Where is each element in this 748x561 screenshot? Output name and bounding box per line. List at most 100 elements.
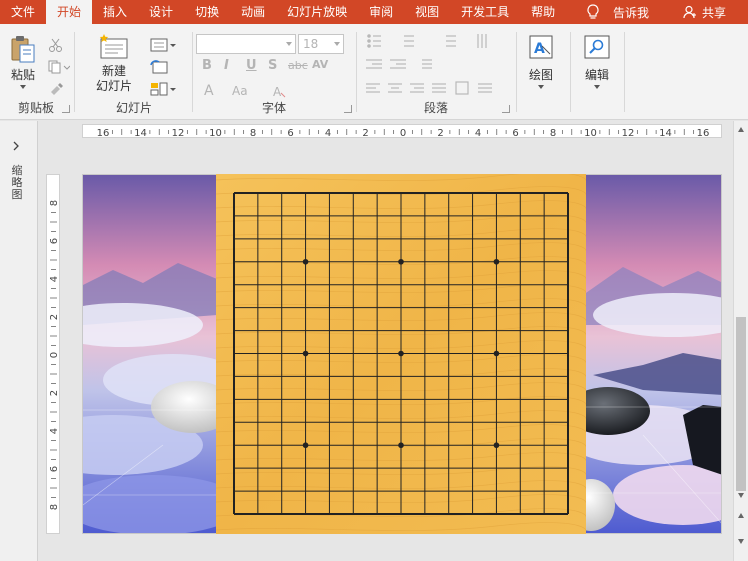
scroll-down-icon[interactable] [738, 493, 744, 498]
drawing-button[interactable]: A 绘图 [526, 34, 556, 89]
thumbnail-pane-label: 缩略图 [11, 164, 23, 201]
bold-button[interactable]: B [202, 58, 212, 73]
strikethrough-button[interactable]: abc [288, 59, 308, 72]
ruler-h-label: 2 [362, 128, 368, 138]
ruler-h-label: 10 [584, 128, 597, 138]
go-board[interactable] [215, 172, 587, 534]
person-icon [683, 5, 696, 19]
slides-group-label: 幻灯片 [115, 101, 152, 115]
tab-home[interactable]: 开始 [46, 0, 93, 24]
board-star-point [398, 350, 404, 357]
ruler-v-label: 2 [49, 314, 60, 320]
layout-icon[interactable] [150, 38, 176, 55]
tell-me-label: 告诉我 [613, 5, 650, 20]
ruler-h-label: 14 [659, 128, 672, 138]
reset-icon[interactable] [150, 60, 168, 77]
font-size-value: 18 [303, 37, 319, 51]
ruler-h-label: 12 [172, 128, 185, 138]
ruler-v-label: 6 [49, 238, 60, 244]
tab-help[interactable]: 帮助 [520, 0, 566, 24]
clipboard-group: 粘贴 剪贴板 [0, 28, 72, 118]
copy-icon[interactable] [48, 60, 71, 77]
find-icon [584, 35, 610, 59]
font-name-combo[interactable] [196, 34, 296, 54]
paste-button[interactable]: 粘贴 [8, 34, 38, 89]
ruler-h-label: 6 [512, 128, 518, 138]
paragraph-controls-icon [366, 34, 492, 95]
text-shadow-button[interactable]: S [268, 58, 277, 73]
board-star-point [302, 350, 309, 357]
board-star-point [493, 350, 500, 357]
paste-label: 粘贴 [10, 68, 35, 82]
editing-button[interactable]: 编辑 [582, 34, 612, 89]
paragraph-launcher-icon[interactable] [502, 105, 510, 113]
tab-review[interactable]: 审阅 [358, 0, 404, 24]
new-slide-button[interactable]: 新建 幻灯片 [96, 34, 132, 94]
font-color-button[interactable]: A [204, 83, 214, 99]
ruler-v-label: 4 [49, 428, 60, 434]
tab-insert[interactable]: 插入 [92, 0, 138, 24]
new-slide-label-2: 幻灯片 [96, 79, 133, 93]
tab-file[interactable]: 文件 [0, 0, 46, 24]
tell-me-box[interactable]: 告诉我 [586, 0, 649, 24]
ruler-h-label: 4 [325, 128, 331, 138]
ruler-v-label: 2 [49, 390, 60, 396]
prev-slide-icon[interactable] [738, 513, 744, 518]
ruler-v-label: 0 [49, 352, 60, 358]
clipboard-icon [11, 36, 35, 63]
ruler-h-label: 12 [622, 128, 635, 138]
font-group: 18 B I U S abc AV A Aa A 字体 [194, 28, 354, 118]
font-launcher-icon[interactable] [344, 105, 352, 113]
ruler-h-label: 16 [697, 128, 710, 138]
board-star-point [398, 258, 404, 265]
editing-group: 编辑 [574, 28, 620, 118]
font-size-combo[interactable]: 18 [298, 34, 344, 54]
ruler-h-label: 8 [250, 128, 256, 138]
svg-text:A: A [273, 85, 282, 98]
ruler-h-label: 14 [134, 128, 147, 138]
drawing-label: 绘图 [528, 68, 553, 82]
font-size-dropdown-icon[interactable] [331, 35, 343, 53]
vertical-scrollbar[interactable] [733, 121, 748, 561]
editing-label: 编辑 [584, 68, 609, 82]
cut-icon[interactable] [48, 38, 64, 55]
format-painter-icon[interactable] [48, 82, 64, 99]
ribbon: 粘贴 剪贴板 新建 幻灯片 幻灯片 18 B I U S abc AV A Aa… [0, 24, 748, 120]
paragraph-group: 段落 [360, 28, 512, 118]
italic-button[interactable]: I [224, 58, 229, 73]
scroll-up-icon[interactable] [738, 127, 744, 132]
ruler-h-label: 4 [475, 128, 481, 138]
board-star-point [302, 258, 309, 265]
tab-view[interactable]: 视图 [404, 0, 450, 24]
section-icon[interactable] [150, 82, 176, 99]
tab-design[interactable]: 设计 [138, 0, 184, 24]
underline-button[interactable]: U [246, 58, 257, 73]
char-spacing-button[interactable]: AV [312, 58, 328, 71]
ruler-h-label: 16 [97, 128, 110, 138]
ruler-v-label: 8 [49, 504, 60, 510]
clipboard-launcher-icon[interactable] [62, 105, 70, 113]
expand-pane-icon[interactable] [12, 141, 20, 151]
font-name-dropdown-icon[interactable] [283, 35, 295, 53]
share-button[interactable]: 共享 [683, 0, 726, 24]
tab-transitions[interactable]: 切换 [184, 0, 230, 24]
ruler-h-label: 6 [287, 128, 293, 138]
paragraph-group-label: 段落 [423, 101, 448, 115]
scroll-thumb[interactable] [736, 317, 746, 491]
ruler-v-label: 8 [49, 200, 60, 206]
tab-animations[interactable]: 动画 [230, 0, 276, 24]
vertical-ruler: 8 6 4 2 0 2 4 6 8 [46, 174, 60, 534]
drawing-group: A 绘图 [520, 28, 566, 118]
svg-text:A: A [534, 41, 545, 57]
font-group-label: 字体 [261, 101, 286, 115]
share-label: 共享 [702, 5, 727, 20]
ruler-v-label: 6 [49, 466, 60, 472]
ruler-h-label: 8 [550, 128, 556, 138]
tab-slideshow[interactable]: 幻灯片放映 [276, 0, 358, 24]
next-slide-icon[interactable] [738, 539, 744, 544]
ruler-h-label: 0 [400, 128, 406, 138]
change-case-button[interactable]: Aa [232, 84, 248, 98]
ruler-h-label: 2 [437, 128, 443, 138]
tab-developer[interactable]: 开发工具 [450, 0, 520, 24]
slides-group: 新建 幻灯片 幻灯片 [78, 28, 190, 118]
